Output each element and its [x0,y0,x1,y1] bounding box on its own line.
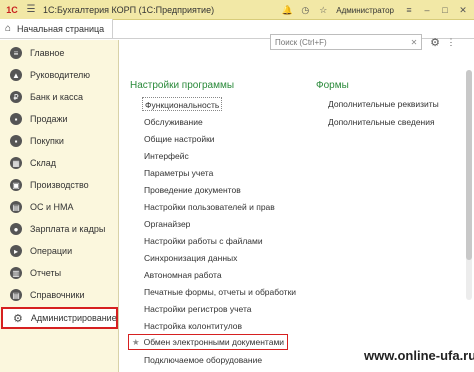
settings-menu-icon[interactable]: ≡ [402,3,416,17]
section-title-forms: Формы [316,80,349,91]
title-bar-controls: 🔔 ◷ ☆ Администратор ≡ – □ ✕ [280,0,470,20]
sidebar-item-warehouse[interactable]: ▦ Склад [0,152,119,174]
sidebar-item-label: Производство [30,180,89,190]
link-users-rights[interactable]: Настройки пользователей и прав [144,200,275,214]
link-maintenance[interactable]: Обслуживание [144,115,203,129]
link-additional-info[interactable]: Дополнительные сведения [328,115,435,129]
user-name[interactable]: Администратор [336,6,394,15]
link-print-forms[interactable]: Печатные формы, отчеты и обработки [144,285,296,299]
maximize-icon[interactable]: □ [438,3,452,17]
watermark: www.online-ufa.ru [364,348,474,363]
bank-icon: ₽ [10,91,22,103]
link-offline-work[interactable]: Автономная работа [144,268,222,282]
sidebar-item-purchases[interactable]: ▪ Покупки [0,130,119,152]
catalogs-icon: ▤ [10,289,22,301]
link-connected-equipment[interactable]: Подключаемое оборудование [144,353,262,367]
search-field[interactable]: ✕ [270,34,422,50]
gear-icon: ⚙ [13,312,23,325]
sidebar-item-label: ОС и НМА [30,202,74,212]
menu-icon: ≡ [10,47,22,59]
more-icon[interactable]: ⋮ [446,34,456,50]
sidebar: ≡ Главное ▲ Руководителю ₽ Банк и касса ▪ Пр… [0,40,119,372]
sidebar-item-label: Продажи [30,114,68,124]
tab-home-label: Начальная страница [17,23,105,34]
menu-icon[interactable]: ☰ [24,3,38,17]
sidebar-item-manager[interactable]: ▲ Руководителю [0,64,119,86]
chart-icon: ▲ [10,69,22,81]
tab-home[interactable]: ⌂ Начальная страница [0,19,114,38]
main-panel: ✕ ⚙ ⋮ Настройки программы Формы Функцион… [120,34,474,372]
link-data-sync[interactable]: Синхронизация данных [144,251,237,265]
link-functionality[interactable]: Функциональность [142,97,223,111]
people-icon: ● [10,223,22,235]
window-title: 1С:Бухгалтерия КОРП (1С:Предприятие) [43,4,215,15]
sidebar-item-main[interactable]: ≡ Главное [0,42,119,64]
logo-1c-icon: 1С [6,4,18,15]
sidebar-item-administration[interactable]: ⚙ Администрирование [1,307,118,329]
factory-icon: ▣ [10,179,22,191]
link-posting-documents[interactable]: Проведение документов [144,183,241,197]
bell-icon[interactable]: 🔔 [280,3,294,17]
link-headers-footers[interactable]: Настройка колонтитулов [144,319,242,333]
star-icon[interactable]: ★ [132,337,140,347]
link-general-settings[interactable]: Общие настройки [144,132,215,146]
sidebar-item-label: Зарплата и кадры [30,224,106,234]
history-icon[interactable]: ◷ [298,3,312,17]
sidebar-item-sales[interactable]: ▪ Продажи [0,108,119,130]
sidebar-item-salary[interactable]: ● Зарплата и кадры [0,218,119,240]
operations-icon: ▸ [10,245,22,257]
sidebar-item-label: Главное [30,48,65,58]
section-title-settings: Настройки программы [130,80,235,91]
sidebar-item-catalogs[interactable]: ▤ Справочники [0,284,119,306]
link-accounting-params[interactable]: Параметры учета [144,166,213,180]
home-icon: ⌂ [5,23,12,34]
link-registers-settings[interactable]: Настройки регистров учета [144,302,251,316]
link-files-settings[interactable]: Настройки работы с файлами [144,234,263,248]
sidebar-item-label: Покупки [30,136,64,146]
minimize-icon[interactable]: – [420,3,434,17]
link-organizer[interactable]: Органайзер [144,217,190,231]
sidebar-item-label: Операции [30,246,73,256]
sidebar-item-label: Администрирование [30,313,117,323]
sidebar-item-label: Отчеты [30,268,62,278]
sidebar-item-production[interactable]: ▣ Производство [0,174,119,196]
link-interface[interactable]: Интерфейс [144,149,189,163]
sidebar-item-operations[interactable]: ▸ Операции [0,240,119,262]
star-icon[interactable]: ☆ [316,3,330,17]
purchases-icon: ▪ [10,135,22,147]
sidebar-item-bank[interactable]: ₽ Банк и касса [0,86,119,108]
sidebar-item-assets[interactable]: ▤ ОС и НМА [0,196,119,218]
search-input[interactable] [271,37,407,47]
sidebar-item-label: Склад [30,158,57,168]
sidebar-item-label: Банк и касса [30,92,83,102]
link-edi-highlighted[interactable]: ★ Обмен электронными документами [128,334,289,350]
title-bar: 1С ☰ 1С:Бухгалтерия КОРП (1С:Предприятие… [0,0,474,20]
assets-icon: ▤ [10,201,22,213]
close-icon[interactable]: ✕ [456,3,470,17]
reports-icon: ▥ [10,267,22,279]
scrollbar-thumb[interactable] [466,70,472,260]
clear-search-icon[interactable]: ✕ [407,38,421,47]
sidebar-item-label: Справочники [30,290,85,300]
link-additional-attributes[interactable]: Дополнительные реквизиты [328,97,439,111]
warehouse-icon: ▦ [10,157,22,169]
gear-icon[interactable]: ⚙ [428,34,442,50]
sidebar-item-reports[interactable]: ▥ Отчеты [0,262,119,284]
sidebar-item-label: Руководителю [30,70,91,80]
sales-icon: ▪ [10,113,22,125]
link-edi-label: Обмен электронными документами [143,337,285,347]
